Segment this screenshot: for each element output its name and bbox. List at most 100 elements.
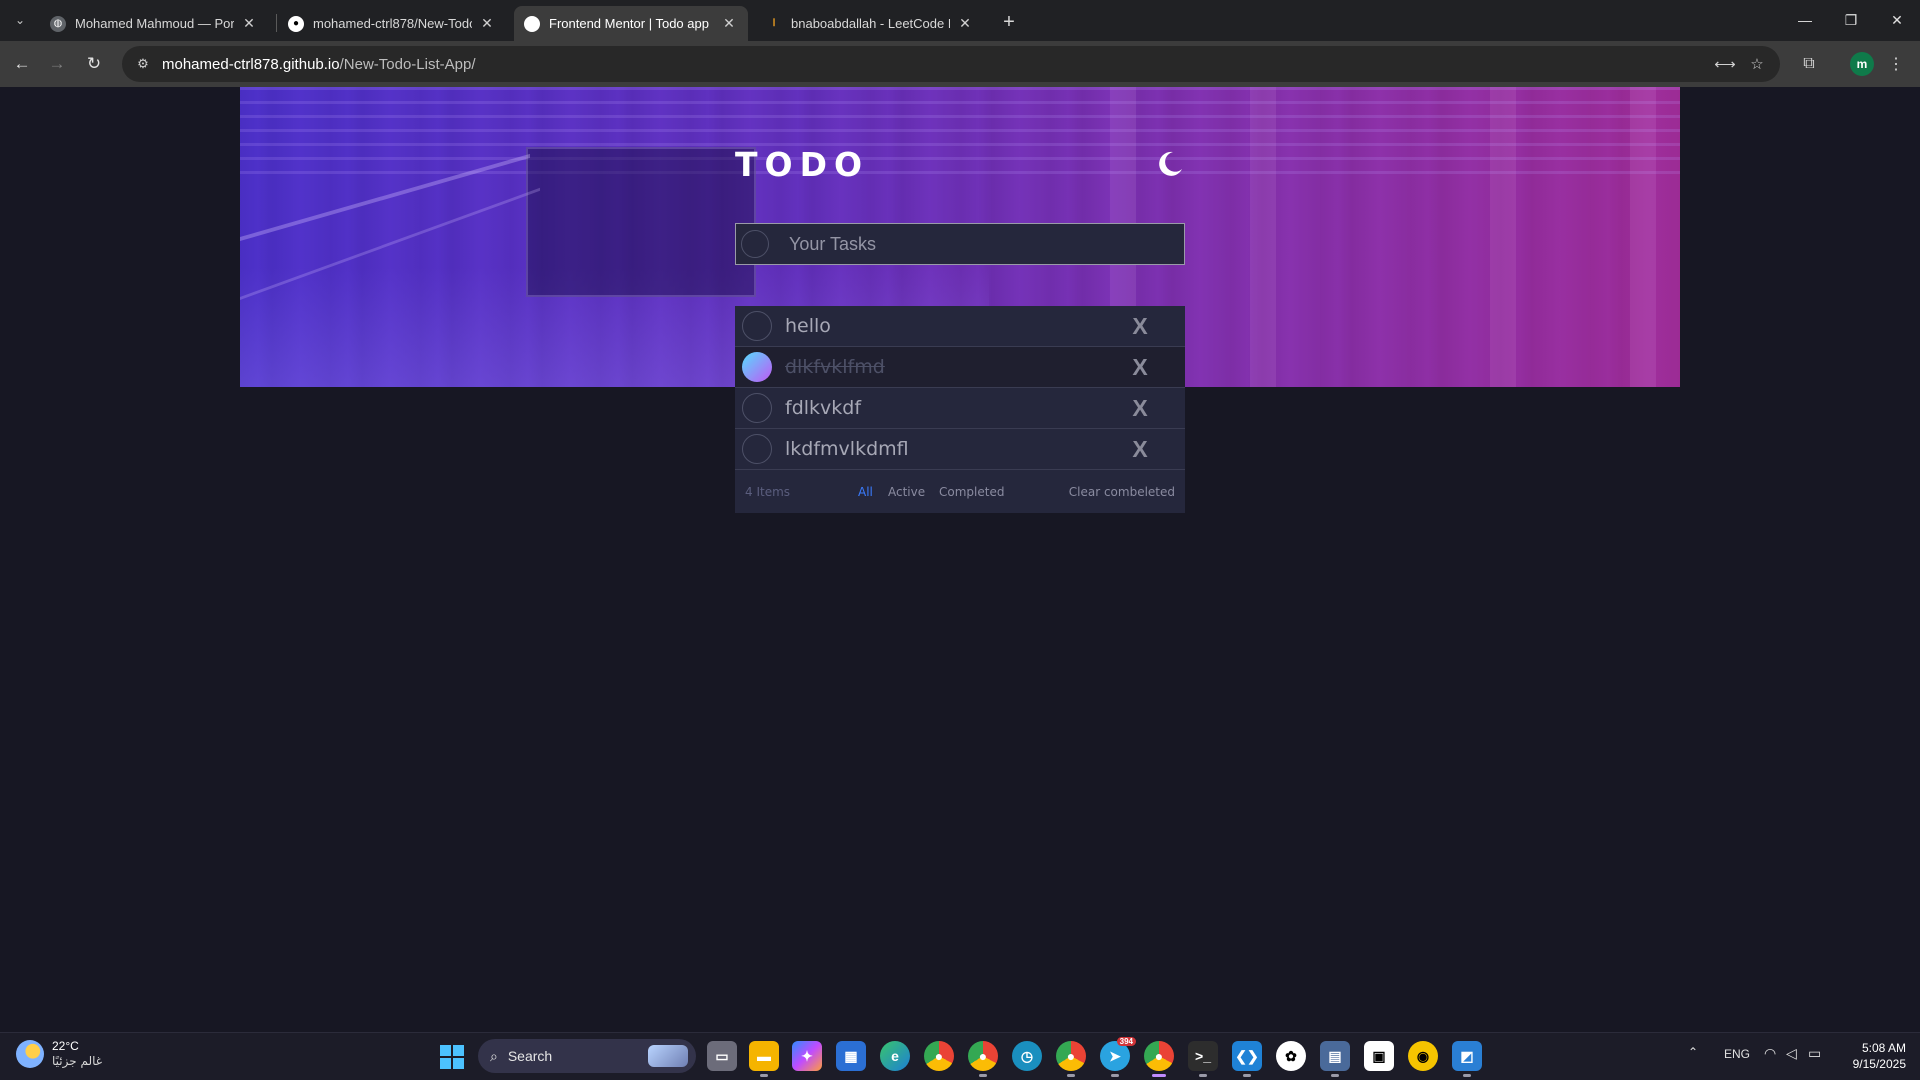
task-input[interactable] bbox=[789, 233, 1149, 255]
language-indicator[interactable]: ENG bbox=[1724, 1047, 1750, 1061]
task-check-circle[interactable] bbox=[742, 393, 772, 423]
chrome-active-icon[interactable]: ● bbox=[1144, 1041, 1174, 1077]
new-tab-button[interactable]: + bbox=[995, 8, 1023, 36]
clock-date: 9/15/2025 bbox=[1852, 1057, 1906, 1071]
taskbar-search[interactable]: ⌕ Search bbox=[478, 1039, 696, 1073]
moon-icon[interactable] bbox=[1155, 149, 1185, 179]
clock-time: 5:08 AM bbox=[1861, 1041, 1906, 1055]
weather-temperature: 22°C bbox=[52, 1039, 79, 1053]
search-icon: ⌕ bbox=[490, 1047, 498, 1064]
url-text[interactable]: mohamed-ctrl878.github.io/New-Todo-List-… bbox=[162, 56, 476, 73]
site-info-icon[interactable]: ⚙ bbox=[132, 53, 154, 75]
reload-button[interactable]: ↻ bbox=[80, 50, 108, 78]
leetcode-icon: ⅼ bbox=[772, 18, 776, 29]
microsoft-store-icon[interactable]: ▦ bbox=[836, 1041, 866, 1071]
delete-task-button[interactable]: X bbox=[1129, 436, 1151, 462]
task-text[interactable]: fdlkvkdf bbox=[785, 397, 861, 419]
globe-icon: ◍ bbox=[50, 15, 66, 32]
weather-condition: غالم جزئيًا bbox=[52, 1054, 103, 1068]
task-item: fdlkvkdf X bbox=[735, 388, 1185, 429]
close-icon[interactable]: ✕ bbox=[720, 15, 738, 33]
task-text[interactable]: lkdfmvlkdmfl bbox=[785, 438, 909, 460]
delete-task-button[interactable]: X bbox=[1129, 354, 1151, 380]
intellij-icon[interactable]: ▣ bbox=[1364, 1041, 1394, 1071]
back-button[interactable]: ← bbox=[8, 50, 36, 78]
chatgpt-icon[interactable]: ✿ bbox=[1276, 1041, 1306, 1071]
restore-button[interactable]: ❐ bbox=[1828, 0, 1874, 40]
task-check-circle-checked[interactable] bbox=[742, 352, 772, 382]
app-header: TODO bbox=[735, 145, 1185, 185]
close-icon[interactable]: ✕ bbox=[956, 15, 974, 33]
task-check-circle[interactable] bbox=[742, 434, 772, 464]
photos-icon[interactable]: ◩ bbox=[1452, 1041, 1482, 1077]
wifi-icon[interactable]: ◠ bbox=[1764, 1045, 1776, 1062]
menu-icon[interactable]: ⋮ bbox=[1882, 50, 1910, 78]
app-title: TODO bbox=[735, 145, 870, 184]
minimize-button[interactable]: — bbox=[1782, 0, 1828, 40]
windows-start-icon[interactable] bbox=[440, 1045, 464, 1069]
tab-search-button[interactable]: ⌄ bbox=[8, 8, 32, 32]
list-footer: 4 Items All Active Completed Clear combe… bbox=[735, 470, 1185, 513]
filter-completed[interactable]: Completed bbox=[939, 485, 1004, 499]
github-icon: ● bbox=[288, 15, 304, 32]
system-clock[interactable]: 5:08 AM 9/15/2025 bbox=[1842, 1040, 1906, 1072]
address-bar[interactable]: ⚙ mohamed-ctrl878.github.io/New-Todo-Lis… bbox=[122, 46, 1780, 82]
task-text[interactable]: dlkfvklfmd bbox=[785, 356, 885, 378]
browser-toolbar: ← → ↻ ⚙ mohamed-ctrl878.github.io/New-To… bbox=[0, 41, 1920, 87]
tab-github[interactable]: ● mohamed-ctrl878/New-Todo-List-App ✕ bbox=[278, 6, 506, 41]
tab-title: bnaboabdallah - LeetCode Profile bbox=[791, 16, 950, 31]
weather-icon bbox=[16, 1040, 44, 1068]
tab-title: Mohamed Mahmoud — Portfolio bbox=[75, 16, 234, 31]
telegram-unread-badge: 394 bbox=[1116, 1037, 1136, 1046]
translate-icon[interactable]: ⟷ bbox=[1712, 51, 1738, 77]
chrome-profile-2-icon[interactable]: ● bbox=[1056, 1041, 1086, 1077]
clear-completed-button[interactable]: Clear combeleted bbox=[1069, 485, 1175, 499]
terminal-icon[interactable]: >_ bbox=[1188, 1041, 1218, 1077]
tab-todo-app[interactable]: Frontend Mentor | Todo app ✕ bbox=[514, 6, 748, 41]
volume-icon[interactable]: ◁ bbox=[1786, 1045, 1797, 1062]
task-check-circle[interactable] bbox=[742, 311, 772, 341]
close-window-button[interactable]: ✕ bbox=[1874, 0, 1920, 40]
task-list: hello X dlkfvklfmd X fdlkvkdf X lkdfmvlk… bbox=[735, 306, 1185, 513]
edge-icon[interactable]: e bbox=[880, 1041, 910, 1071]
new-task-check-circle[interactable] bbox=[741, 230, 769, 258]
task-text[interactable]: hello bbox=[785, 315, 831, 337]
bookmark-star-icon[interactable]: ☆ bbox=[1744, 51, 1770, 77]
profile-avatar[interactable]: m bbox=[1850, 52, 1874, 76]
search-label: Search bbox=[507, 1048, 553, 1064]
close-icon[interactable]: ✕ bbox=[240, 15, 258, 33]
copilot-icon[interactable]: ✦ bbox=[792, 1041, 822, 1071]
postman-icon[interactable]: ◉ bbox=[1408, 1041, 1438, 1071]
vscode-icon[interactable]: ❮❯ bbox=[1232, 1041, 1262, 1077]
new-task-field bbox=[735, 223, 1185, 265]
task-item-completed: dlkfvklfmd X bbox=[735, 347, 1185, 388]
delete-task-button[interactable]: X bbox=[1129, 313, 1151, 339]
battery-icon[interactable]: ▭ bbox=[1808, 1045, 1821, 1062]
close-icon[interactable]: ✕ bbox=[478, 15, 496, 33]
task-manager-icon[interactable]: ▤ bbox=[1320, 1041, 1350, 1077]
taskbar: 22°C غالم جزئيًا ⌕ Search ▭ ▬ ✦ ▦ e ● ● … bbox=[0, 1032, 1920, 1080]
tab-title: mohamed-ctrl878/New-Todo-List-App bbox=[313, 16, 472, 31]
items-left-count: 4 Items bbox=[745, 484, 791, 499]
tab-portfolio[interactable]: ◍ Mohamed Mahmoud — Portfolio ✕ bbox=[40, 6, 268, 41]
forward-button[interactable]: → bbox=[43, 50, 71, 78]
task-item: lkdfmvlkdmfl X bbox=[735, 429, 1185, 470]
page-viewport: TODO hello X dlkfvklfmd X bbox=[0, 87, 1920, 1032]
tab-leetcode[interactable]: ⅼ bnaboabdallah - LeetCode Profile ✕ bbox=[756, 6, 984, 41]
tab-separator bbox=[276, 14, 277, 32]
task-item: hello X bbox=[735, 306, 1185, 347]
weather-widget[interactable]: 22°C غالم جزئيًا bbox=[16, 1039, 102, 1069]
chrome-icon[interactable]: ● bbox=[924, 1041, 954, 1071]
task-view-icon[interactable]: ▭ bbox=[707, 1041, 737, 1071]
show-hidden-icons[interactable]: ⌃ bbox=[1688, 1045, 1698, 1059]
file-explorer-icon[interactable]: ▬ bbox=[749, 1041, 779, 1077]
filter-all[interactable]: All bbox=[858, 485, 873, 499]
globe-icon bbox=[524, 15, 540, 32]
extensions-icon[interactable]: ⧉ bbox=[1795, 50, 1823, 78]
chrome-profile-icon[interactable]: ● bbox=[968, 1041, 998, 1077]
telegram-icon[interactable]: ➤ 394 bbox=[1100, 1037, 1136, 1077]
filter-active[interactable]: Active bbox=[888, 485, 925, 499]
delete-task-button[interactable]: X bbox=[1129, 395, 1151, 421]
clock-app-icon[interactable]: ◷ bbox=[1012, 1041, 1042, 1071]
browser-tab-bar: ⌄ ◍ Mohamed Mahmoud — Portfolio ✕ ● moha… bbox=[0, 0, 1920, 41]
